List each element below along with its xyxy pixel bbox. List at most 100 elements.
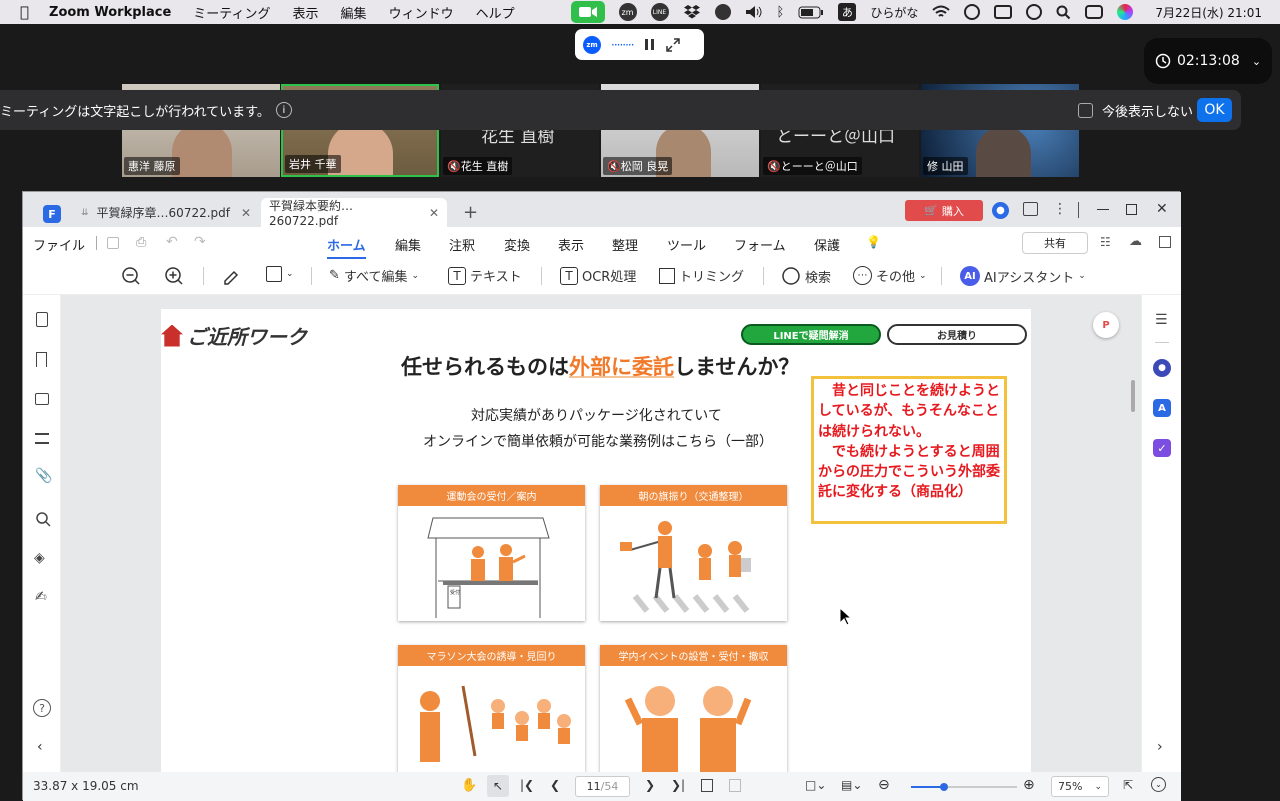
page-thumbnail-icon[interactable]: [36, 312, 48, 327]
page-number-input[interactable]: 11/54: [575, 776, 630, 797]
menu-tools[interactable]: ツール: [667, 235, 706, 254]
zoom-out-icon[interactable]: [121, 266, 141, 286]
keyboard-icon[interactable]: [994, 5, 1013, 19]
pause-share-icon[interactable]: [644, 38, 656, 51]
volume-icon[interactable]: [745, 5, 763, 19]
crop-button[interactable]: トリミング: [659, 266, 744, 285]
share-button[interactable]: 共有: [1022, 232, 1088, 254]
properties-icon[interactable]: ☰: [1155, 312, 1168, 328]
drive-icon[interactable]: [714, 4, 731, 20]
pdf-convert-badge[interactable]: P: [1093, 312, 1119, 338]
fullscreen-icon[interactable]: ⇱: [1123, 778, 1133, 792]
file-menu[interactable]: ファイル: [33, 235, 85, 254]
zoom-out-icon[interactable]: ⊖: [878, 777, 890, 793]
siri-icon[interactable]: [1117, 4, 1134, 20]
collapse-ribbon-icon[interactable]: [1159, 236, 1171, 248]
ime-icon[interactable]: あ: [838, 3, 857, 21]
menu-form[interactable]: フォーム: [734, 235, 786, 254]
tab-document-1[interactable]: ⇊ 平賀緑序章…60722.pdf ✕: [73, 198, 259, 227]
close-tab-icon[interactable]: ✕: [429, 206, 439, 220]
menu-view[interactable]: 表示: [558, 235, 584, 254]
menubar-item-help[interactable]: ヘルプ: [476, 3, 515, 22]
zoom-slider-thumb[interactable]: [940, 783, 948, 791]
zoom-select[interactable]: 75% ⌄: [1051, 776, 1109, 797]
line-icon[interactable]: LINE: [650, 3, 669, 21]
document-canvas[interactable]: ご近所ワーク LINEで疑問解消 お見積り 任せられるものは外部に委託しませんか…: [61, 295, 1141, 772]
first-page-icon[interactable]: |❮: [520, 778, 534, 792]
zoom-in-icon[interactable]: [164, 266, 184, 286]
rotate-icon[interactable]: [701, 779, 713, 792]
attachment-icon[interactable]: 📎: [35, 468, 52, 484]
edit-all-button[interactable]: ✎ すべて編集 ⌄: [329, 266, 419, 285]
bluetooth-icon[interactable]: ᛒ: [777, 5, 785, 20]
highlighter-icon[interactable]: [221, 266, 241, 286]
ocr-button[interactable]: T OCR処理: [560, 266, 636, 285]
ime-label[interactable]: ひらがな: [870, 4, 918, 21]
help-icon[interactable]: ?: [33, 699, 51, 717]
shape-tool[interactable]: ⌄: [266, 266, 294, 282]
annotation-note[interactable]: 昔と同じことを続けようとしているが、もうそんなことは続けられない。 でも続けよう…: [811, 376, 1007, 524]
buy-button[interactable]: 🛒 購入: [905, 200, 983, 221]
settings-icon[interactable]: ⌄: [1151, 777, 1166, 792]
expand-icon[interactable]: [665, 37, 680, 52]
prev-page-icon[interactable]: ❮: [550, 778, 560, 792]
spotlight-icon[interactable]: [1056, 5, 1071, 20]
meeting-timer[interactable]: 02:13:08 ⌄: [1144, 38, 1272, 84]
signature-icon[interactable]: ✍: [35, 589, 47, 605]
search-icon[interactable]: [35, 511, 51, 527]
more-menu-icon[interactable]: ⋮: [1053, 201, 1067, 217]
wifi-icon[interactable]: [932, 5, 950, 19]
scroll-thumb[interactable]: [1131, 380, 1135, 412]
undo-icon[interactable]: ↶: [166, 234, 178, 250]
more-button[interactable]: ⋯ その他 ⌄: [853, 266, 927, 285]
quote-button[interactable]: お見積り: [887, 324, 1027, 345]
text-button[interactable]: T テキスト: [448, 266, 522, 285]
close-tab-icon[interactable]: ✕: [241, 206, 251, 220]
dropbox-icon[interactable]: [683, 4, 701, 20]
line-question-button[interactable]: LINEで疑問解消: [741, 324, 881, 345]
new-tab-icon[interactable]: +: [463, 202, 478, 223]
layers-icon[interactable]: ◈: [34, 550, 45, 566]
cloud-upload-icon[interactable]: ☁: [1129, 234, 1142, 249]
zoom-in-icon[interactable]: ⊕: [1023, 777, 1035, 793]
menu-protect[interactable]: 保護: [814, 235, 840, 254]
timemachine-icon[interactable]: [1026, 4, 1043, 20]
battery-icon[interactable]: [798, 6, 824, 19]
bookmark-icon[interactable]: [36, 352, 47, 367]
menu-organize[interactable]: 整理: [612, 235, 638, 254]
apple-icon[interactable]: : [20, 3, 29, 21]
fit-page-icon[interactable]: [729, 779, 741, 792]
menu-annotate[interactable]: 注釈: [449, 235, 475, 254]
feedback-icon[interactable]: [1023, 202, 1038, 216]
last-page-icon[interactable]: ❯|: [671, 778, 685, 792]
menubar-item-meeting[interactable]: ミーティング: [193, 3, 270, 22]
info-icon[interactable]: i: [275, 102, 292, 118]
hand-tool-icon[interactable]: ✋: [461, 778, 477, 793]
selection-mode-icon[interactable]: □⌄: [805, 778, 826, 792]
menubar-item-window[interactable]: ウィンドウ: [389, 3, 454, 22]
chevron-down-icon[interactable]: ⌄: [1252, 55, 1261, 68]
menubar-item-edit[interactable]: 編集: [341, 3, 367, 22]
account-icon[interactable]: ●: [992, 202, 1009, 219]
zoom-tray-icon[interactable]: zm: [618, 3, 637, 21]
ai-assistant-button[interactable]: AI AIアシスタント ⌄: [960, 266, 1086, 286]
close-window-icon[interactable]: ✕: [1156, 201, 1168, 217]
translate-icon[interactable]: A: [1153, 399, 1171, 417]
select-tool-icon[interactable]: ↖: [487, 775, 509, 797]
menu-edit[interactable]: 編集: [395, 235, 421, 254]
collapse-left-icon[interactable]: ‹: [37, 739, 43, 755]
zoom-video-icon[interactable]: [570, 1, 605, 23]
next-page-icon[interactable]: ❯: [645, 778, 655, 792]
user-icon[interactable]: [964, 4, 981, 20]
ai-bot-icon[interactable]: ●: [1153, 359, 1171, 377]
ok-button[interactable]: OK: [1197, 98, 1232, 122]
menu-home[interactable]: ホーム: [327, 235, 366, 259]
save-icon[interactable]: [107, 237, 119, 249]
menubar-app-name[interactable]: Zoom Workplace: [49, 5, 171, 20]
redo-icon[interactable]: ↷: [194, 234, 206, 250]
print-icon[interactable]: ⎙: [136, 235, 146, 250]
menubar-item-view[interactable]: 表示: [293, 3, 319, 22]
control-center-icon[interactable]: [1085, 5, 1104, 19]
lightbulb-icon[interactable]: 💡: [866, 235, 881, 249]
page-layout-icon[interactable]: ▤⌄: [841, 778, 862, 792]
